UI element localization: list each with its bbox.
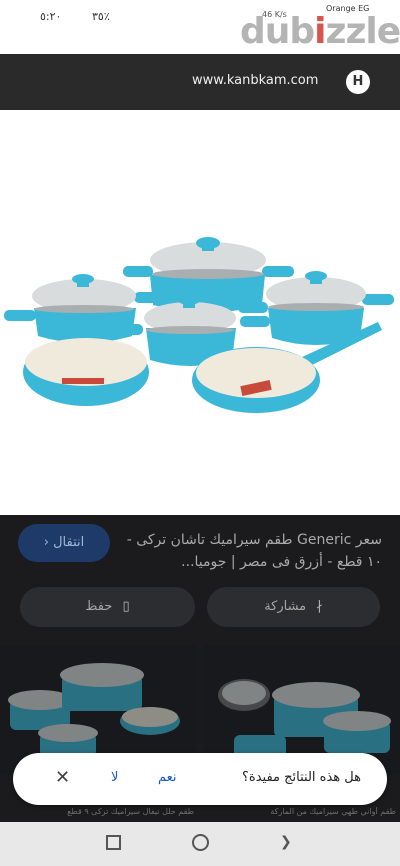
battery-level: ٣٥٪ bbox=[92, 10, 110, 23]
home-icon[interactable] bbox=[192, 834, 209, 851]
source-url[interactable]: www.kanbkam.com bbox=[192, 73, 318, 88]
chevron-left-icon: ‹ bbox=[43, 535, 49, 550]
feedback-toast: ✕ لا نعم هل هذه النتائج مفيدة؟ bbox=[13, 753, 387, 805]
back-icon[interactable]: ❯ bbox=[280, 834, 292, 850]
share-label: مشاركة bbox=[264, 599, 307, 614]
close-icon[interactable]: ✕ bbox=[55, 767, 70, 788]
save-label: حفظ bbox=[85, 599, 113, 614]
share-button[interactable]: ⫮ مشاركة bbox=[207, 587, 380, 627]
bookmark-icon: ▯ bbox=[122, 599, 130, 614]
result-panel: سعر Generic طقم سيراميك تاشان تركى - ١٠ … bbox=[0, 515, 400, 866]
dubizzle-watermark: dubizzle bbox=[240, 11, 400, 52]
related-caption-left[interactable]: طقم حلل تيفال سيراميك تركى ٩ قطع bbox=[6, 807, 194, 816]
feedback-no-button[interactable]: لا bbox=[111, 770, 118, 785]
result-title[interactable]: سعر Generic طقم سيراميك تاشان تركى - ١٠ … bbox=[122, 529, 382, 573]
status-bar: ٥:٢٠ ٣٥٪ 46 K/s Orange EG dubizzle bbox=[0, 0, 400, 52]
feedback-question: هل هذه النتائج مفيدة؟ bbox=[242, 770, 361, 785]
site-favicon-icon: H bbox=[346, 70, 370, 94]
navigation-bar: ❯ bbox=[0, 822, 400, 866]
share-icon: ⫮ bbox=[316, 599, 323, 614]
frying-pan-left bbox=[23, 338, 149, 406]
source-bar[interactable]: www.kanbkam.com H bbox=[0, 54, 400, 110]
save-button[interactable]: ▯ حفظ bbox=[20, 587, 195, 627]
status-time: ٥:٢٠ bbox=[40, 10, 62, 23]
cookware-illustration bbox=[4, 237, 394, 413]
feedback-yes-button[interactable]: نعم bbox=[158, 770, 177, 785]
product-image[interactable] bbox=[0, 110, 400, 515]
visit-label: انتقال bbox=[53, 535, 85, 550]
recents-icon[interactable] bbox=[106, 835, 121, 850]
visit-button[interactable]: انتقال ‹ bbox=[18, 524, 110, 562]
related-caption-right[interactable]: طقم أواني طهي سيراميك من الماركة bbox=[210, 807, 396, 816]
